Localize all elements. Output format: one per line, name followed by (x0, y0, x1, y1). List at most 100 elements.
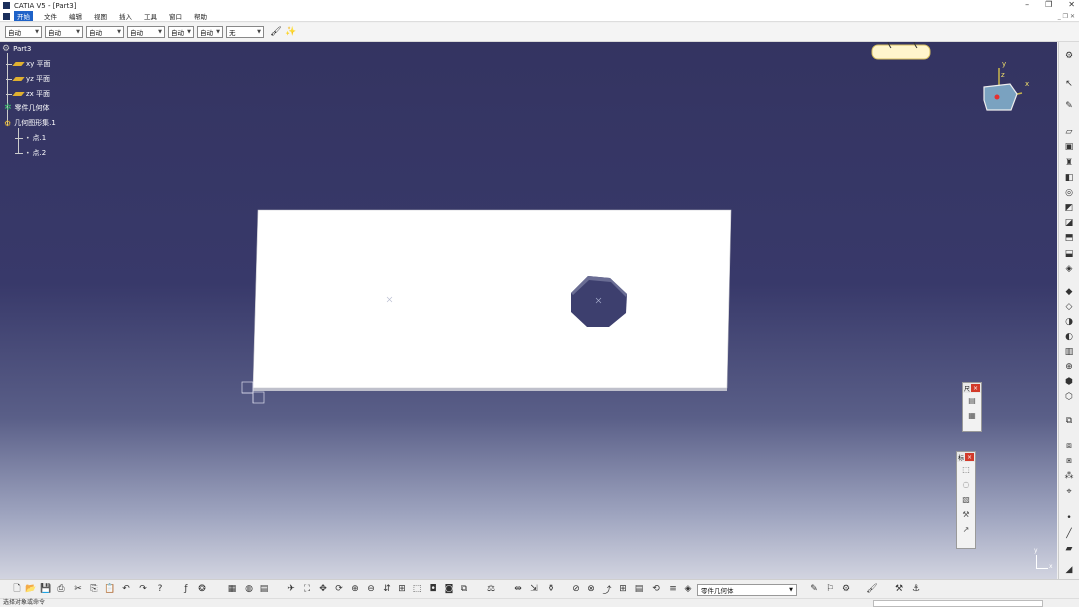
dimension-tool-icon[interactable]: ▤ (963, 393, 981, 408)
layer-select[interactable]: 无 ▼ (226, 26, 264, 38)
catia-menu-icon[interactable] (3, 12, 10, 20)
iso-view-icon[interactable]: ⬚ (411, 583, 423, 595)
close-button[interactable]: ✕ (1068, 0, 1075, 9)
apply-material-bottom-icon[interactable]: ✎ (808, 583, 820, 595)
print-icon[interactable]: ⎙ (55, 583, 67, 595)
redo-icon[interactable]: ↷ (137, 583, 149, 595)
hide-show-icon[interactable]: ◙ (443, 583, 455, 595)
annotation-text-icon[interactable]: ⬚ (957, 462, 975, 477)
flag-note-icon[interactable]: ◌ (957, 477, 975, 492)
slot-icon[interactable]: ◪ (1062, 217, 1076, 229)
shell-icon[interactable]: ◐ (1062, 331, 1076, 343)
mass-icon[interactable]: ⚱ (545, 583, 557, 595)
line-icon[interactable]: ╱ (1062, 528, 1076, 540)
zoom-out-icon[interactable]: ⊖ (365, 583, 377, 595)
shading-icon[interactable]: ◘ (427, 583, 439, 595)
open-file-icon[interactable]: 📂 (25, 583, 37, 595)
stiffener-icon[interactable]: ⬒ (1062, 232, 1076, 244)
work-object-select[interactable]: 零件几何体 ▼ (697, 584, 797, 596)
fly-mode-icon[interactable]: ✈ (285, 583, 297, 595)
normal-view-icon[interactable]: ⇵ (381, 583, 393, 595)
menu-start[interactable]: 开始 (14, 11, 33, 21)
remove-loft-icon[interactable]: ◈ (1062, 263, 1076, 275)
transparency-select[interactable]: 自动 ▼ (45, 26, 83, 38)
measure-icon[interactable]: ⇹ (512, 583, 524, 595)
document-window-controls[interactable]: _ ❐ ✕ (1058, 13, 1075, 20)
rotate-icon[interactable]: ⟳ (333, 583, 345, 595)
weld-icon[interactable]: ⚒ (957, 507, 975, 522)
menu-file[interactable]: 文件 (43, 11, 58, 21)
new-file-icon[interactable]: 🗋 (11, 583, 23, 595)
draft-icon[interactable]: ◑ (1062, 316, 1076, 328)
copy-icon[interactable]: ⎘ (88, 583, 100, 595)
edge-fillet-icon[interactable]: ◆ (1062, 286, 1076, 298)
close-surface-icon[interactable]: ⧆ (1062, 455, 1076, 467)
compass-icon[interactable]: y x z (980, 60, 1040, 135)
thickness-icon[interactable]: ▥ (1062, 346, 1076, 358)
save-icon[interactable]: 💾 (40, 583, 52, 595)
formula-icon[interactable]: ƒ (180, 583, 192, 595)
scaling-icon[interactable]: ⌖ (1062, 486, 1076, 498)
multi-view-icon[interactable]: ⊞ (396, 583, 408, 595)
pattern-icon[interactable]: ⁂ (1062, 470, 1076, 482)
thick-surface-icon[interactable]: ⧈ (1062, 440, 1076, 452)
leader-icon[interactable]: ↗ (957, 522, 975, 537)
select-arrow-icon[interactable]: ↖ (1062, 78, 1076, 90)
loft-icon[interactable]: ⬓ (1062, 248, 1076, 260)
close-icon[interactable]: × (965, 453, 974, 461)
reference-element-icon[interactable]: ⊘ (570, 583, 582, 595)
measure-item-icon[interactable]: ⇲ (528, 583, 540, 595)
apply-material-icon[interactable]: ⤴ (601, 583, 613, 596)
thread-icon[interactable]: ⊕ (1062, 361, 1076, 373)
sketch-icon[interactable]: ✎ (1062, 100, 1076, 112)
fit-all-icon[interactable]: ⛶ (301, 583, 313, 595)
define-work-object-icon[interactable]: ≡ (667, 583, 679, 595)
paint-icon[interactable]: 🖌 (866, 583, 878, 595)
pan-icon[interactable]: ✥ (317, 583, 329, 595)
command-input[interactable] (873, 600, 1043, 607)
pocket-icon[interactable]: ▣ (1062, 141, 1076, 153)
linetype-select[interactable]: 自动 ▼ (127, 26, 165, 38)
update-icon[interactable]: ⟲ (650, 583, 662, 595)
linewidth-select[interactable]: 自动 ▼ (86, 26, 124, 38)
rib-icon[interactable]: ◩ (1062, 202, 1076, 214)
workbench-icon[interactable]: ⚙ (1062, 50, 1076, 62)
hole-icon[interactable]: ◎ (1062, 187, 1076, 199)
datum-icon[interactable]: ▧ (957, 492, 975, 507)
sketch-analysis-icon[interactable]: ▤ (633, 583, 645, 595)
menu-insert[interactable]: 插入 (118, 11, 133, 21)
remove-face-icon[interactable]: ⬢ (1062, 376, 1076, 388)
close-icon[interactable]: × (971, 384, 980, 392)
menu-view[interactable]: 视图 (93, 11, 108, 21)
whats-this-icon[interactable]: ? (154, 583, 166, 595)
restore-button[interactable]: ❐ (1045, 0, 1052, 9)
format-painter-icon[interactable]: 🖌 (270, 26, 282, 38)
cut-icon[interactable]: ✂ (72, 583, 84, 595)
menu-tools[interactable]: 工具 (143, 11, 158, 21)
table-icon[interactable]: ▦ (226, 583, 238, 595)
image-icon[interactable]: ⚐ (824, 583, 836, 595)
knowledge-icon[interactable]: ❂ (196, 583, 208, 595)
body-icon[interactable]: ◈ (682, 583, 694, 595)
render-icon[interactable]: ⚙ (840, 583, 852, 595)
palette-header[interactable]: 尺 × (963, 383, 981, 393)
analysis-icon[interactable]: ⚖ (485, 583, 497, 595)
constraints-icon[interactable]: ⊞ (617, 583, 629, 595)
catalog-icon[interactable]: ▤ (258, 583, 270, 595)
color-select[interactable]: 自动 ▼ (5, 26, 42, 38)
shaft-icon[interactable]: ♜ (1062, 157, 1076, 169)
axis-system-icon[interactable]: ⊗ (585, 583, 597, 595)
sphere-icon[interactable]: ◍ (243, 583, 255, 595)
plane-icon[interactable]: ▰ (1062, 543, 1076, 555)
pad-icon[interactable]: ▱ (1062, 126, 1076, 138)
menu-window[interactable]: 窗口 (168, 11, 183, 21)
palette-header[interactable]: 标 × (957, 452, 975, 462)
plugin-icon[interactable]: ⚓ (910, 583, 922, 595)
tools-icon[interactable]: ⚒ (893, 583, 905, 595)
point-icon[interactable]: • (1062, 512, 1076, 524)
paste-icon[interactable]: 📋 (104, 583, 116, 595)
layer-mode-select[interactable]: 自动 ▼ (197, 26, 223, 38)
groove-icon[interactable]: ◧ (1062, 172, 1076, 184)
undo-icon[interactable]: ↶ (120, 583, 132, 595)
point-style-select[interactable]: 自动 ▼ (168, 26, 194, 38)
